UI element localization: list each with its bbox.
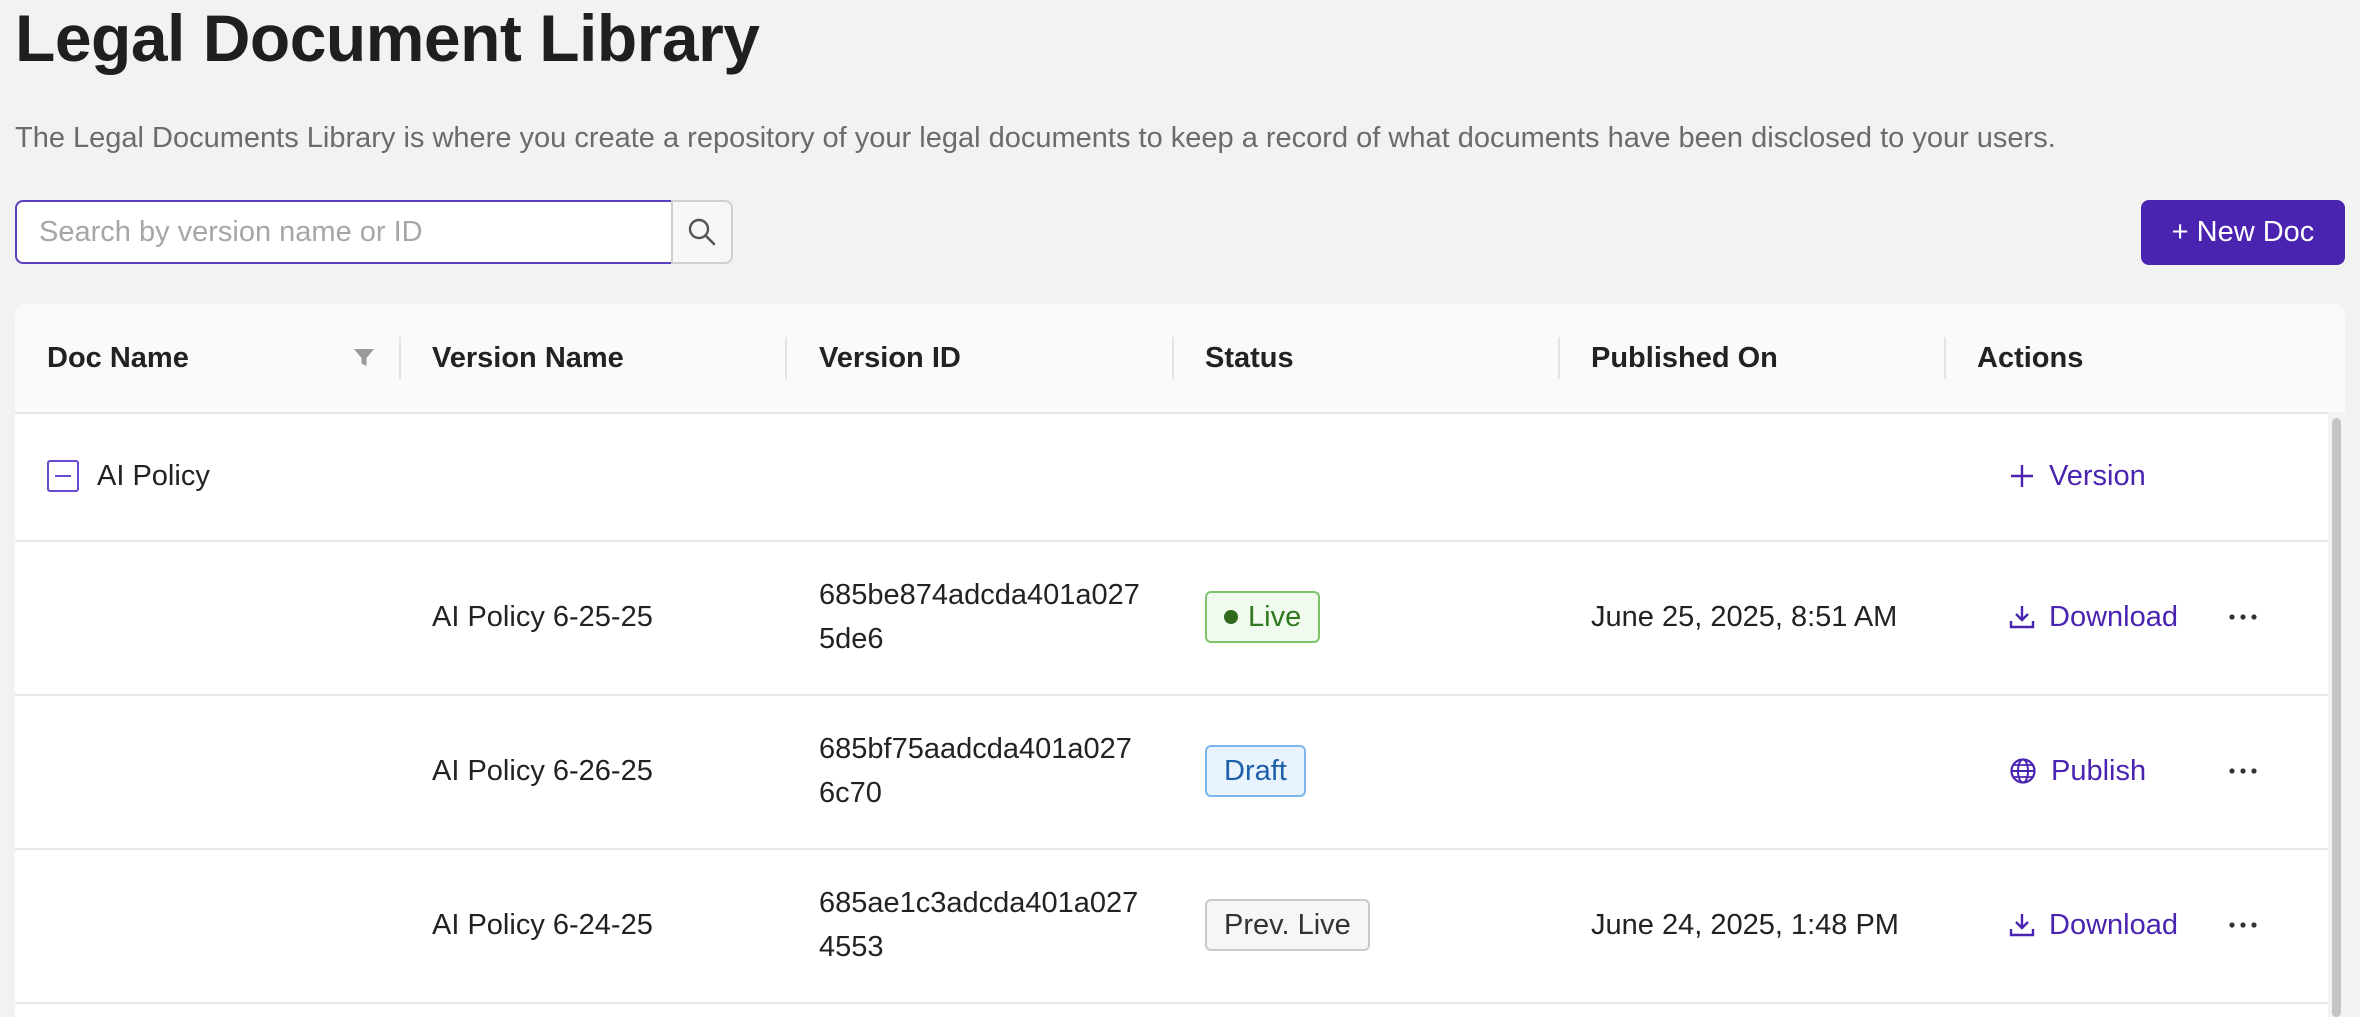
column-header-doc-name: Doc Name: [47, 341, 189, 374]
version-id-cell: 685ae1c3adcda401a027 4553: [819, 848, 1138, 1002]
column-divider: [1558, 337, 1560, 379]
version-id-line: 5de6: [819, 623, 884, 655]
download-button[interactable]: Download: [2009, 909, 2178, 942]
version-name-cell: AI Policy 6-25-25: [432, 600, 653, 633]
download-label: Download: [2049, 600, 2178, 633]
table-scrollbar[interactable]: [2328, 412, 2345, 1017]
status-cell: Prev. Live: [1205, 848, 1370, 1002]
status-badge: Prev. Live: [1205, 899, 1370, 951]
search-button[interactable]: [671, 200, 733, 264]
download-icon: [2009, 606, 2035, 629]
search-bar: [15, 200, 733, 264]
version-id-line: 685bf75aadcda401a027: [819, 733, 1132, 765]
search-icon: [688, 218, 716, 246]
column-header-version-id: Version ID: [819, 341, 961, 374]
column-divider: [1172, 337, 1174, 379]
add-version-button[interactable]: Version: [2009, 460, 2146, 493]
actions-cell: Version: [2009, 412, 2146, 540]
documents-table: Doc Name Version Name Version ID Status …: [15, 304, 2345, 1017]
more-options-button[interactable]: [2223, 905, 2263, 945]
version-name-cell: AI Policy 6-26-25: [432, 754, 653, 787]
publish-button[interactable]: Publish: [2009, 755, 2146, 788]
scrollbar-thumb[interactable]: [2332, 418, 2341, 1017]
globe-icon: [2010, 758, 2036, 784]
column-header-version-name: Version Name: [432, 341, 624, 374]
published-on-cell: June 24, 2025, 1:48 PM: [1591, 908, 1899, 941]
status-label: Prev. Live: [1224, 908, 1351, 941]
search-input[interactable]: [15, 200, 672, 264]
download-label: Download: [2049, 908, 2178, 941]
status-badge: Live: [1205, 591, 1321, 643]
more-options-button[interactable]: [2223, 751, 2263, 791]
status-badge: Draft: [1205, 745, 1306, 797]
page-title: Legal Document Library: [15, 1, 760, 75]
collapse-toggle[interactable]: [47, 460, 79, 492]
column-divider: [399, 337, 401, 379]
doc-name-cell: AI Policy: [47, 412, 210, 540]
version-name-cell: AI Policy 6-24-25: [432, 908, 653, 941]
plus-icon: [2011, 465, 2033, 487]
published-on-cell: June 25, 2025, 8:51 AM: [1591, 600, 1898, 633]
more-options-button[interactable]: [2223, 597, 2263, 637]
actions-cell: Download: [2009, 540, 2178, 694]
more-horizontal-icon: [2229, 768, 2257, 774]
table-row: AI Policy 6-26-25 685bf75aadcda401a027 6…: [15, 694, 2328, 850]
more-horizontal-icon: [2229, 614, 2257, 620]
actions-cell: Publish: [2009, 694, 2146, 848]
live-dot-icon: [1224, 610, 1238, 624]
legal-document-library-page: Legal Document Library The Legal Documen…: [0, 0, 2360, 1017]
column-divider: [785, 337, 787, 379]
version-id-line: 685be874adcda401a027: [819, 579, 1140, 611]
table-header: Doc Name Version Name Version ID Status …: [15, 304, 2345, 414]
version-id-cell: 685bf75aadcda401a027 6c70: [819, 694, 1132, 848]
publish-label: Publish: [2051, 754, 2147, 787]
version-id-line: 6c70: [819, 777, 882, 809]
filter-icon[interactable]: [352, 346, 376, 370]
page-description: The Legal Documents Library is where you…: [15, 122, 2056, 154]
new-doc-button[interactable]: + New Doc: [2141, 200, 2345, 265]
column-header-status: Status: [1205, 341, 1294, 374]
version-id-line: 4553: [819, 931, 884, 963]
download-button[interactable]: Download: [2009, 601, 2178, 634]
table-row: AI Policy 6-24-25 685ae1c3adcda401a027 4…: [15, 848, 2328, 1004]
version-id-line: 685ae1c3adcda401a027: [819, 887, 1139, 919]
download-icon: [2009, 914, 2035, 937]
doc-group-row: AI Policy Version: [15, 412, 2328, 542]
status-cell: Live: [1205, 540, 1321, 694]
actions-cell: Download: [2009, 848, 2178, 1002]
doc-name: AI Policy: [97, 459, 210, 492]
column-header-published-on: Published On: [1591, 341, 1778, 374]
status-label: Live: [1248, 600, 1302, 633]
version-id-cell: 685be874adcda401a027 5de6: [819, 540, 1140, 694]
add-version-label: Version: [2049, 459, 2146, 492]
column-divider: [1944, 337, 1946, 379]
status-label: Draft: [1224, 754, 1287, 787]
table-row: AI Policy 6-25-25 685be874adcda401a027 5…: [15, 540, 2328, 696]
column-header-actions: Actions: [1977, 341, 2084, 374]
more-horizontal-icon: [2229, 922, 2257, 928]
status-cell: Draft: [1205, 694, 1306, 848]
